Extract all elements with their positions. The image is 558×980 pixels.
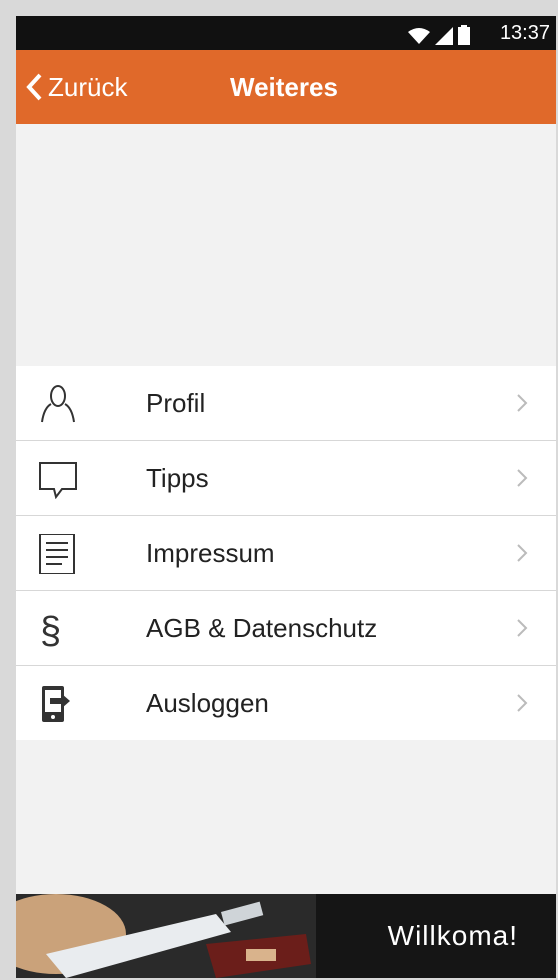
menu-item-tipps[interactable]: Tipps <box>16 441 556 516</box>
page-title: Weiteres <box>230 72 338 102</box>
banner-text: Willkoma! <box>387 920 518 951</box>
chevron-right-icon <box>517 694 528 712</box>
battery-icon <box>458 25 470 45</box>
menu-item-ausloggen[interactable]: Ausloggen <box>16 666 556 740</box>
person-icon <box>41 385 75 423</box>
paragraph-icon: § <box>40 610 61 649</box>
menu-item-impressum[interactable]: Impressum <box>16 516 556 591</box>
document-icon <box>39 534 75 574</box>
signal-icon <box>435 27 453 45</box>
chevron-right-icon <box>517 544 528 562</box>
status-bar: 13:37 <box>16 16 556 50</box>
menu-item-label: Profil <box>146 388 206 418</box>
chevron-right-icon <box>517 469 528 487</box>
phone-screen: 13:37 Zurück Weiteres Profil Tipps Impre… <box>16 16 556 978</box>
settings-menu: Profil Tipps Impressum § AGB & Datenschu… <box>16 366 556 740</box>
back-button[interactable]: Zurück <box>26 50 127 124</box>
bottles-image <box>16 894 316 978</box>
status-time: 13:37 <box>499 22 550 44</box>
svg-text:§: § <box>40 610 61 649</box>
speech-bubble-icon <box>39 462 77 499</box>
chevron-left-icon <box>26 73 42 101</box>
logout-icon <box>42 686 70 722</box>
chevron-right-icon <box>517 619 528 637</box>
menu-item-label: AGB & Datenschutz <box>146 613 378 643</box>
back-label: Zurück <box>48 71 128 102</box>
wifi-icon <box>408 28 430 44</box>
status-icons <box>408 25 470 45</box>
menu-item-agb-datenschutz[interactable]: § AGB & Datenschutz <box>16 591 556 666</box>
menu-item-label: Ausloggen <box>146 688 269 718</box>
navigation-bar: Zurück Weiteres <box>16 50 556 124</box>
menu-item-label: Tipps <box>146 463 209 493</box>
menu-item-label: Impressum <box>146 538 275 568</box>
menu-item-profil[interactable]: Profil <box>16 366 556 441</box>
ad-banner[interactable]: Willkoma! <box>16 894 556 978</box>
chevron-right-icon <box>517 394 528 412</box>
